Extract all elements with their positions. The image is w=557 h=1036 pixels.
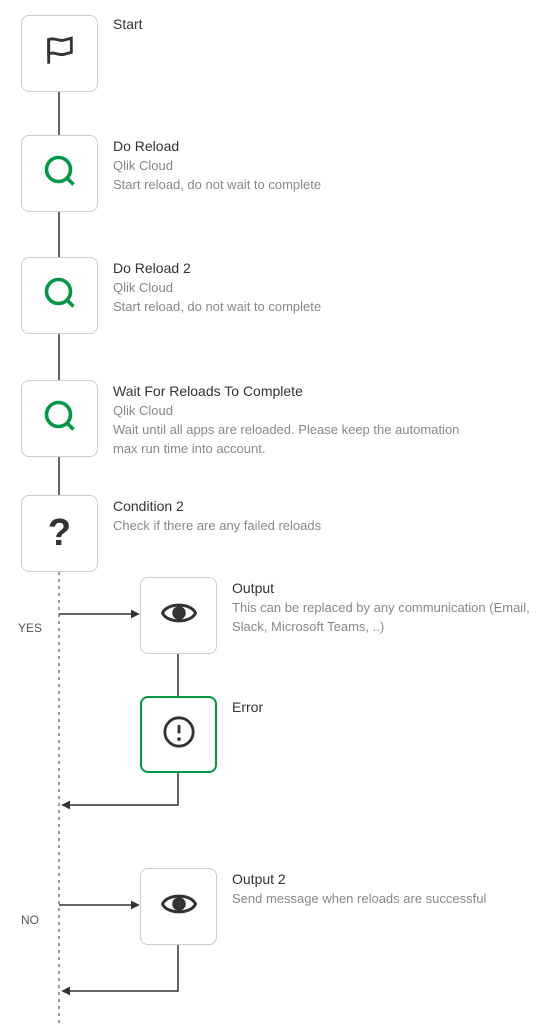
node-do-reload-2-text: Do Reload 2 Qlik Cloud Start reload, do … bbox=[113, 258, 433, 317]
qlik-icon bbox=[42, 153, 78, 194]
node-title: Condition 2 bbox=[113, 496, 473, 516]
node-title: Error bbox=[232, 697, 512, 717]
node-do-reload-text: Do Reload Qlik Cloud Start reload, do no… bbox=[113, 136, 433, 195]
node-output-text: Output This can be replaced by any commu… bbox=[232, 578, 547, 637]
node-output[interactable] bbox=[140, 577, 217, 654]
node-title: Wait For Reloads To Complete bbox=[113, 381, 473, 401]
eye-icon bbox=[161, 595, 197, 636]
flag-icon bbox=[43, 34, 77, 73]
branch-label-no: NO bbox=[21, 913, 39, 927]
eye-icon bbox=[161, 886, 197, 927]
node-subtitle: Qlik Cloud bbox=[113, 402, 473, 421]
node-condition-text: Condition 2 Check if there are any faile… bbox=[113, 496, 473, 536]
node-condition[interactable]: ? bbox=[21, 495, 98, 572]
node-title: Do Reload bbox=[113, 136, 433, 156]
alert-icon bbox=[162, 715, 196, 754]
node-title: Output bbox=[232, 578, 547, 598]
node-subtitle: Qlik Cloud bbox=[113, 157, 433, 176]
node-error-text: Error bbox=[232, 697, 512, 718]
node-error[interactable] bbox=[140, 696, 217, 773]
question-icon: ? bbox=[48, 512, 71, 555]
node-subtitle: Qlik Cloud bbox=[113, 279, 433, 298]
node-description: Start reload, do not wait to complete bbox=[113, 176, 433, 195]
branch-label-yes: YES bbox=[18, 621, 42, 635]
qlik-icon bbox=[42, 398, 78, 439]
node-start[interactable] bbox=[21, 15, 98, 92]
node-output-2-text: Output 2 Send message when reloads are s… bbox=[232, 869, 542, 909]
node-do-reload-2[interactable] bbox=[21, 257, 98, 334]
node-description: Start reload, do not wait to complete bbox=[113, 298, 433, 317]
node-title: Do Reload 2 bbox=[113, 258, 433, 278]
node-wait-text: Wait For Reloads To Complete Qlik Cloud … bbox=[113, 381, 473, 459]
node-start-text: Start bbox=[113, 14, 413, 35]
qlik-icon bbox=[42, 275, 78, 316]
node-wait[interactable] bbox=[21, 380, 98, 457]
node-description: This can be replaced by any communicatio… bbox=[232, 599, 547, 637]
node-description: Send message when reloads are successful bbox=[232, 890, 542, 909]
node-description: Check if there are any failed reloads bbox=[113, 517, 473, 536]
node-title: Output 2 bbox=[232, 869, 542, 889]
node-title: Start bbox=[113, 14, 413, 34]
node-do-reload[interactable] bbox=[21, 135, 98, 212]
node-output-2[interactable] bbox=[140, 868, 217, 945]
node-description: Wait until all apps are reloaded. Please… bbox=[113, 421, 473, 459]
